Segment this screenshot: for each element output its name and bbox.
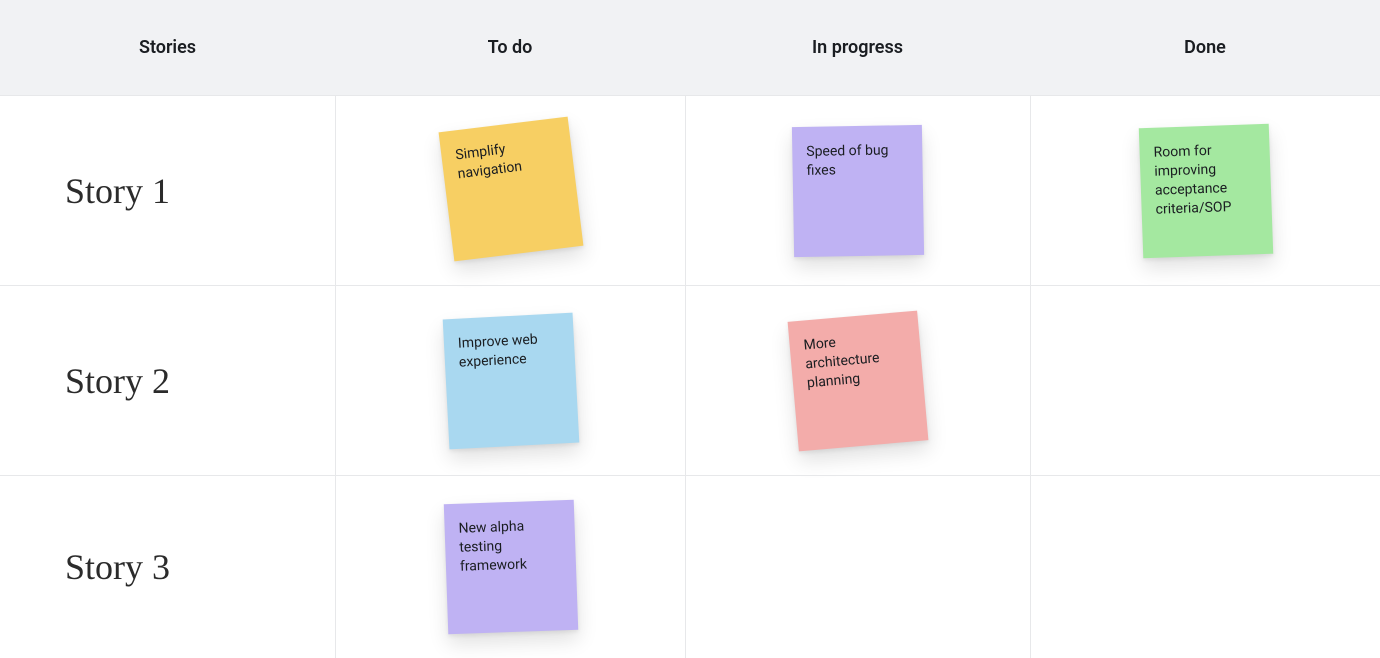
cell-story1-inprogress[interactable]: Speed of bug fixes	[685, 95, 1030, 285]
column-header-done: Done	[1030, 0, 1380, 95]
sticky-text: Room for improving acceptance criteria/S…	[1153, 142, 1231, 217]
sticky-note[interactable]: Improve web experience	[442, 312, 579, 449]
cell-story2-done[interactable]	[1030, 285, 1380, 475]
cell-story3-inprogress[interactable]	[685, 475, 1030, 658]
story-row-label: Story 3	[0, 475, 335, 658]
cell-story1-done[interactable]: Room for improving acceptance criteria/S…	[1030, 95, 1380, 285]
column-header-inprogress: In progress	[685, 0, 1030, 95]
cell-story2-todo[interactable]: Improve web experience	[335, 285, 685, 475]
column-header-label: To do	[488, 37, 533, 58]
story-label: Story 1	[65, 170, 170, 212]
sticky-note[interactable]: Simplify navigation	[438, 116, 583, 261]
sticky-text: More architecture planning	[803, 334, 880, 390]
sticky-text: Speed of bug fixes	[806, 142, 888, 178]
sticky-note[interactable]: More architecture planning	[788, 310, 929, 451]
column-header-todo: To do	[335, 0, 685, 95]
kanban-board: Stories To do In progress Done Story 1 S…	[0, 0, 1380, 658]
cell-story1-todo[interactable]: Simplify navigation	[335, 95, 685, 285]
column-header-label: In progress	[812, 37, 903, 58]
sticky-note[interactable]: Room for improving acceptance criteria/S…	[1138, 123, 1272, 257]
sticky-note[interactable]: New alpha testing framework	[443, 500, 577, 634]
cell-story2-inprogress[interactable]: More architecture planning	[685, 285, 1030, 475]
story-row-label: Story 1	[0, 95, 335, 285]
story-label: Story 2	[65, 360, 170, 402]
story-row-label: Story 2	[0, 285, 335, 475]
sticky-text: Simplify navigation	[454, 141, 522, 182]
column-header-stories: Stories	[0, 0, 335, 95]
cell-story3-todo[interactable]: New alpha testing framework	[335, 475, 685, 658]
cell-story3-done[interactable]	[1030, 475, 1380, 658]
sticky-text: New alpha testing framework	[458, 519, 527, 575]
sticky-note[interactable]: Speed of bug fixes	[792, 124, 924, 256]
sticky-text: Improve web experience	[457, 331, 538, 370]
column-header-label: Done	[1184, 37, 1226, 58]
column-header-label: Stories	[139, 37, 196, 58]
story-label: Story 3	[65, 546, 170, 588]
